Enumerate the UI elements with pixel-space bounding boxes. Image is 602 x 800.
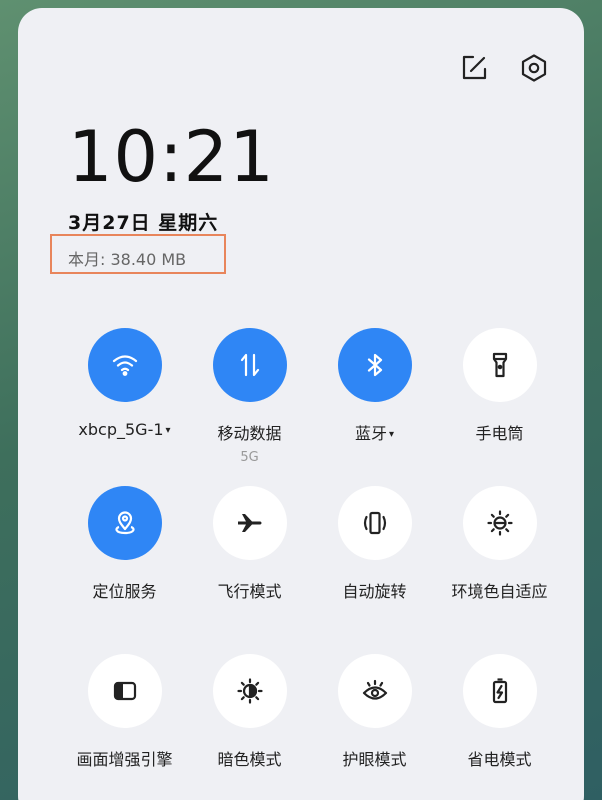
- header-actions: [458, 52, 550, 84]
- tile-eye-care[interactable]: 护眼模式: [312, 654, 437, 770]
- location-icon: [114, 511, 135, 535]
- auto-rotate-icon: [363, 511, 386, 535]
- bluetooth-icon: [367, 353, 382, 377]
- tile-label: 手电筒: [475, 424, 524, 443]
- dark-mode-toggle[interactable]: [212, 654, 287, 728]
- ambient-color-toggle[interactable]: [462, 486, 537, 560]
- clock-time: 10:21: [68, 116, 275, 198]
- bluetooth-toggle[interactable]: [337, 328, 412, 402]
- date-text: 3月27日 星期六: [68, 212, 219, 234]
- wifi-toggle[interactable]: [87, 328, 162, 402]
- display-enhance-toggle[interactable]: [87, 654, 162, 728]
- flashlight-toggle[interactable]: [462, 328, 537, 402]
- display-enhance-icon: [113, 681, 136, 701]
- eye-care-icon: [362, 679, 387, 700]
- tile-display-enhance[interactable]: 画面增强引擎: [62, 654, 187, 770]
- eye-care-toggle[interactable]: [337, 654, 412, 728]
- tile-wifi[interactable]: xbcp_5G-1 ▾: [62, 328, 187, 439]
- edit-icon[interactable]: [458, 52, 490, 84]
- monthly-data-usage: 本月: 38.40 MB: [50, 234, 226, 274]
- tile-airplane-mode[interactable]: 飞行模式: [187, 486, 312, 602]
- auto-rotate-toggle[interactable]: [337, 486, 412, 560]
- tile-label: xbcp_5G-1: [78, 420, 164, 439]
- ambient-color-icon: [486, 510, 513, 536]
- tile-battery-saver[interactable]: 省电模式: [437, 654, 562, 770]
- location-toggle[interactable]: [87, 486, 162, 560]
- dark-mode-icon: [236, 678, 263, 704]
- flashlight-icon: [492, 352, 507, 378]
- tile-label: 蓝牙: [354, 424, 387, 443]
- wifi-icon: [112, 355, 137, 376]
- tile-dark-mode[interactable]: 暗色模式: [187, 654, 312, 770]
- tile-bluetooth[interactable]: 蓝牙 ▾: [312, 328, 437, 444]
- tile-label: 移动数据: [217, 424, 282, 443]
- mobile-data-toggle[interactable]: [212, 328, 287, 402]
- quick-settings-panel: 10:21 3月27日 星期六 本月: 38.40 MB xbcp_5G-1▾: [18, 8, 584, 800]
- tile-label: 画面增强引擎: [76, 750, 173, 769]
- dropdown-caret-icon[interactable]: ▾: [166, 425, 171, 436]
- dropdown-caret-icon[interactable]: ▾: [389, 429, 394, 440]
- tile-mobile-data[interactable]: 移动数据 5G: [187, 328, 312, 465]
- tile-location[interactable]: 定位服务: [62, 486, 187, 602]
- battery-saver-icon: [492, 678, 507, 704]
- tile-label: 自动旋转: [342, 582, 407, 601]
- settings-icon[interactable]: [518, 52, 550, 84]
- mobile-data-icon: [240, 353, 259, 377]
- tile-sublabel: 5G: [240, 450, 259, 465]
- tile-auto-rotate[interactable]: 自动旋转: [312, 486, 437, 602]
- tile-label: 暗色模式: [217, 750, 282, 769]
- tile-ambient-color[interactable]: 环境色自适应: [437, 486, 562, 602]
- tile-label: 定位服务: [92, 582, 157, 601]
- tile-label: 环境色自适应: [451, 582, 548, 601]
- battery-saver-toggle[interactable]: [462, 654, 537, 728]
- tile-label: 省电模式: [467, 750, 532, 769]
- tile-flashlight[interactable]: 手电筒: [437, 328, 562, 444]
- tile-label: 飞行模式: [217, 582, 282, 601]
- airplane-mode-toggle[interactable]: [212, 486, 287, 560]
- airplane-icon: [237, 514, 261, 532]
- tile-label: 护眼模式: [342, 750, 407, 769]
